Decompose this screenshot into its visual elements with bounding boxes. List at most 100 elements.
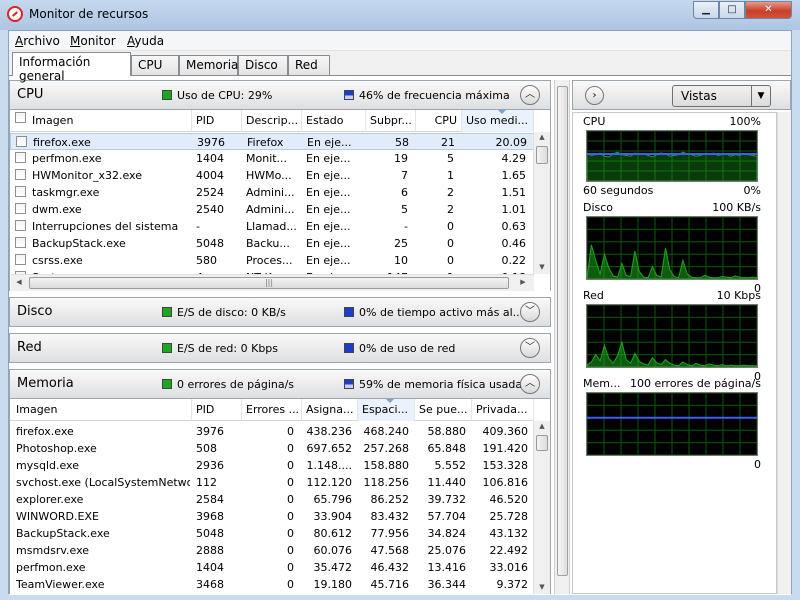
- table-cell: Admini...: [246, 203, 295, 216]
- mem-col-espacio[interactable]: Espaci...: [358, 399, 415, 421]
- cpu-vscroll-thumb[interactable]: [536, 146, 548, 164]
- table-cell: Proces...: [246, 254, 293, 267]
- table-cell: 46.432: [370, 561, 410, 574]
- cpu-col-pid[interactable]: PID: [192, 110, 242, 132]
- mem-col-errores[interactable]: Errores ...: [242, 399, 302, 421]
- row-checkbox[interactable]: [16, 136, 27, 147]
- row-checkbox[interactable]: [15, 203, 26, 214]
- table-row[interactable]: taskmgr.exe 2524 Admini... En eje... 6 2 1.51: [10, 184, 534, 201]
- table-row[interactable]: firefox.exe 3976 Firefox En eje... 58 21 20.09: [10, 133, 534, 150]
- table-cell: 3976: [196, 425, 224, 438]
- collapse-cpu-button[interactable]: ︿: [520, 85, 540, 105]
- tab-disco[interactable]: Disco: [238, 55, 288, 75]
- network-io-metric: E/S de red: 0 Kbps: [162, 342, 278, 355]
- performance-graph: [586, 130, 758, 182]
- table-cell: En eje...: [306, 203, 351, 216]
- memory-section-title: Memoria: [17, 376, 74, 391]
- table-row[interactable]: BackupStack.exe 5048 Backu... En eje... 25 0 0…: [10, 235, 534, 252]
- cpu-col-descripcion[interactable]: Descrip...: [242, 110, 302, 132]
- select-all-checkbox[interactable]: [15, 112, 26, 123]
- blue-indicator-icon: [344, 343, 354, 353]
- pane-splitter-scrollbar[interactable]: [554, 80, 570, 594]
- graphs-vscroll[interactable]: [777, 112, 791, 594]
- row-checkbox[interactable]: [15, 220, 26, 231]
- table-row[interactable]: svchost.exe (LocalSystemNetwo... 112 0 112.…: [10, 474, 534, 491]
- mem-col-pid[interactable]: PID: [192, 399, 242, 421]
- table-cell: firefox.exe: [33, 136, 91, 149]
- scroll-right-icon[interactable]: ▶: [518, 278, 528, 288]
- table-cell: TeamViewer.exe: [16, 578, 105, 591]
- expand-graphs-button[interactable]: ›: [585, 86, 604, 105]
- row-checkbox[interactable]: [15, 169, 26, 180]
- table-cell: 4004: [196, 169, 224, 182]
- table-row[interactable]: WINWORD.EXE 3968 0 33.904 83.432 57.704 25.728: [10, 508, 534, 525]
- cpu-section-header[interactable]: CPU Uso de CPU: 29% 46% de frecuencia má…: [9, 80, 551, 110]
- table-cell: -: [404, 220, 408, 233]
- table-row[interactable]: firefox.exe 3976 0 438.236 468.240 58.880 409.…: [10, 423, 534, 440]
- views-dropdown-arrow[interactable]: ▼: [751, 85, 771, 107]
- green-indicator-icon: [162, 343, 172, 353]
- table-row[interactable]: explorer.exe 2584 0 65.796 86.252 39.732 46.52…: [10, 491, 534, 508]
- tab-cpu[interactable]: CPU: [131, 55, 179, 75]
- graph-max-label: 100 KB/s: [712, 201, 761, 214]
- mem-col-se-puede[interactable]: Se pue...: [415, 399, 472, 421]
- cpu-col-uso-medio[interactable]: Uso medi...: [462, 110, 534, 132]
- table-row[interactable]: perfmon.exe 1404 Monit... En eje... 19 5 4.29: [10, 150, 534, 167]
- cpu-table-vscroll[interactable]: ▲ ▼: [533, 132, 550, 274]
- close-button[interactable]: ✕: [745, 1, 792, 19]
- scroll-up-icon[interactable]: ▲: [537, 133, 547, 143]
- table-row[interactable]: perfmon.exe 1404 0 35.472 46.432 13.416 33.016: [10, 559, 534, 576]
- cpu-hscroll-thumb[interactable]: |||: [29, 277, 509, 289]
- tab-memoria[interactable]: Memoria: [179, 55, 238, 75]
- scroll-down-icon[interactable]: ▼: [537, 583, 547, 593]
- chevron-up-icon: ︿: [525, 378, 535, 389]
- tab-informacion-general[interactable]: Información general: [12, 52, 131, 83]
- table-row[interactable]: csrss.exe 580 Proces... En eje... 10 0 0.22: [10, 252, 534, 269]
- maximize-button[interactable]: □: [719, 1, 745, 19]
- expand-network-button[interactable]: ﹀: [520, 338, 540, 358]
- table-row[interactable]: Photoshop.exe 508 0 697.652 257.268 65.848 191…: [10, 440, 534, 457]
- collapse-memory-button[interactable]: ︿: [520, 374, 540, 394]
- splitter-thumb[interactable]: [557, 86, 568, 576]
- menu-monitor[interactable]: Monitor: [70, 34, 116, 48]
- cpu-col-subprocesos[interactable]: Subpr...: [366, 110, 416, 132]
- table-row[interactable]: BackupStack.exe 5048 0 80.612 77.956 34.824 43…: [10, 525, 534, 542]
- mem-col-imagen[interactable]: Imagen: [10, 399, 192, 421]
- scroll-down-icon[interactable]: ▼: [537, 263, 547, 273]
- series-area: [587, 151, 757, 181]
- network-section-header[interactable]: Red E/S de red: 0 Kbps 0% de uso de red …: [9, 333, 551, 363]
- table-row[interactable]: TeamViewer.exe 3468 0 19.180 45.716 36.344 9.3…: [10, 576, 534, 593]
- mem-col-asignada[interactable]: Asigna...: [302, 399, 358, 421]
- row-checkbox[interactable]: [15, 237, 26, 248]
- cpu-col-imagen[interactable]: Imagen: [10, 110, 192, 132]
- scroll-up-icon[interactable]: ▲: [537, 422, 547, 432]
- table-cell: 3976: [197, 136, 225, 149]
- table-row[interactable]: HWMonitor_x32.exe 4004 HWMo... En eje... 7 1 1…: [10, 167, 534, 184]
- table-row[interactable]: msmdsrv.exe 2888 0 60.076 47.568 25.076 22.492: [10, 542, 534, 559]
- cpu-col-estado[interactable]: Estado: [302, 110, 366, 132]
- memory-vscroll-thumb[interactable]: [536, 435, 548, 451]
- row-checkbox[interactable]: [15, 152, 26, 163]
- network-usage-metric: 0% de uso de red: [344, 342, 455, 355]
- views-dropdown[interactable]: Vistas: [672, 85, 762, 107]
- table-row[interactable]: Interrupciones del sistema - Llamad... En e…: [10, 218, 534, 235]
- scroll-left-icon[interactable]: ◀: [14, 278, 24, 288]
- disk-active-time-metric: 0% de tiempo activo más al...: [344, 306, 523, 319]
- row-checkbox[interactable]: [15, 254, 26, 265]
- table-cell: Firefox: [247, 136, 284, 149]
- table-cell: dwm.exe: [32, 203, 82, 216]
- expand-disk-button[interactable]: ﹀: [520, 302, 540, 322]
- memory-table-vscroll[interactable]: ▲ ▼: [533, 421, 550, 594]
- mem-col-privada[interactable]: Privada...: [472, 399, 534, 421]
- table-row[interactable]: dwm.exe 2540 Admini... En eje... 5 2 1.01: [10, 201, 534, 218]
- table-row[interactable]: mysqld.exe 2936 0 1.148.... 158.880 5.552 153.…: [10, 457, 534, 474]
- cpu-table-hscroll[interactable]: ◀ ||| ▶: [11, 274, 534, 291]
- tab-red[interactable]: Red: [288, 55, 330, 75]
- minimize-button[interactable]: ▁: [693, 1, 719, 19]
- disk-section-header[interactable]: Disco E/S de disco: 0 KB/s 0% de tiempo …: [9, 297, 551, 327]
- cpu-col-cpu[interactable]: CPU: [416, 110, 462, 132]
- menu-archivo[interactable]: Archivo: [15, 34, 60, 48]
- menu-ayuda[interactable]: Ayuda: [127, 34, 164, 48]
- row-checkbox[interactable]: [15, 186, 26, 197]
- memory-section-header[interactable]: Memoria 0 errores de página/s 59% de mem…: [9, 369, 551, 399]
